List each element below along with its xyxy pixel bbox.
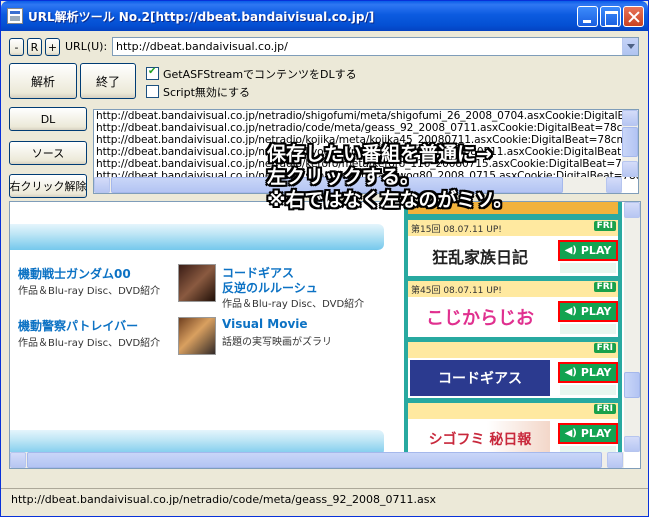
web-browser-view[interactable]: 機動戦士ガンダム00 作品＆Blu-ray Disc、DVD紹介 コードギアス … (9, 201, 641, 469)
program-card: FRI コードギアス ◀) PLAY (408, 342, 618, 398)
download-bar (560, 385, 616, 395)
url-combobox[interactable]: http://dbeat.bandaivisual.co.jp/ (112, 37, 639, 56)
play-button[interactable]: ◀) PLAY (558, 362, 618, 383)
scroll-left-arrow[interactable] (10, 452, 26, 468)
download-bar (560, 263, 616, 273)
item-link[interactable]: 反逆のルルーシュ (222, 279, 318, 296)
title-bar[interactable]: URL解析ツール No.2[http://dbeat.bandaivisual.… (1, 1, 648, 31)
minus-button[interactable]: - (9, 38, 24, 56)
instruction-line: 左クリックする。 (267, 166, 420, 188)
program-card: 第15回 08.07.11 UP! FRI 狂乱家族日記 ◀) PLAY (408, 220, 618, 276)
quit-button[interactable]: 終了 (80, 63, 136, 99)
instruction-overlay: 保存したい番組を普通に→ 左クリックする。 ※右ではなく左なのがミソ。 (267, 143, 512, 212)
program-logo[interactable]: コードギアス (410, 360, 550, 396)
program-header: 第45回 08.07.11 UP! FRI (408, 281, 618, 297)
instruction-line: 保存したい番組を普通に→ (267, 143, 492, 165)
r-button[interactable]: R (27, 38, 42, 56)
scroll-up-arrow[interactable] (622, 110, 638, 126)
scroll-left-arrow[interactable] (94, 177, 110, 193)
list-item[interactable]: http://dbeat.bandaivisual.co.jp/netradio… (96, 110, 638, 122)
plus-button[interactable]: + (45, 38, 60, 56)
item-link[interactable]: Visual Movie (222, 317, 308, 331)
disable-script-checkbox[interactable] (146, 85, 159, 98)
item-subtitle: 作品＆Blu-ray Disc、DVD紹介 (18, 286, 161, 297)
speaker-icon: ◀) (564, 428, 577, 439)
episode-label: 第15回 08.07.11 UP! (411, 225, 502, 235)
get-asf-label: GetASFStreamでコンテンツをDLする (163, 68, 357, 81)
speaker-icon: ◀) (564, 245, 577, 256)
speaker-icon: ◀) (564, 367, 577, 378)
status-text: http://dbeat.bandaivisual.co.jp/netradio… (11, 493, 437, 506)
program-panel: 第15回 08.07.11 UP! FRI 狂乱家族日記 ◀) PLAY 第45回… (404, 202, 622, 468)
download-bar (560, 324, 616, 334)
item-subtitle: 作品＆Blu-ray Disc、DVD紹介 (18, 338, 161, 349)
analyze-button[interactable]: 解析 (9, 63, 77, 99)
item-link[interactable]: 機動戦士ガンダム00 (18, 265, 131, 282)
item-subtitle: 作品＆Blu-ray Disc、DVD紹介 (222, 299, 365, 310)
app-icon (7, 8, 23, 24)
program-card: 第45回 08.07.11 UP! FRI こじからじお ◀) PLAY (408, 281, 618, 337)
scroll-right-arrow[interactable] (606, 177, 622, 193)
browser-vertical-scrollbar[interactable] (624, 202, 640, 452)
code-geass-thumbnail[interactable] (178, 264, 216, 302)
scroll-right-arrow[interactable] (607, 452, 623, 468)
scroll-up-arrow[interactable] (624, 202, 640, 218)
speaker-icon: ◀) (564, 306, 577, 317)
instruction-line: ※右ではなく左なのがミソ。 (267, 189, 513, 211)
url-label: URL(U): (65, 40, 108, 53)
maximize-button[interactable] (600, 6, 621, 27)
browser-hscroll-thumb[interactable] (27, 452, 602, 468)
program-logo[interactable]: 狂乱家族日記 (410, 238, 550, 274)
chevron-down-icon[interactable] (622, 38, 638, 55)
episode-label: 第45回 08.07.11 UP! (411, 286, 502, 296)
list-item[interactable]: http://dbeat.bandaivisual.co.jp/netradio… (96, 122, 638, 134)
day-badge: FRI (593, 282, 616, 292)
browser-horizontal-scrollbar[interactable] (10, 452, 624, 468)
url-value: http://dbeat.bandaivisual.co.jp/ (116, 40, 288, 53)
disable-script-label: Script無効にする (163, 86, 251, 99)
program-header: FRI (408, 403, 618, 419)
source-button[interactable]: ソース (9, 141, 87, 165)
program-header: 第15回 08.07.11 UP! FRI (408, 220, 618, 236)
browser-vscroll-thumb[interactable] (624, 372, 640, 398)
program-logo[interactable]: こじからじお (410, 299, 550, 335)
play-button[interactable]: ◀) PLAY (558, 240, 618, 261)
status-bar: http://dbeat.bandaivisual.co.jp/netradio… (1, 488, 648, 516)
app-window: URL解析ツール No.2[http://dbeat.bandaivisual.… (0, 0, 649, 517)
program-header: FRI (408, 342, 618, 358)
right-click-release-button[interactable]: 右クリック解除 (9, 174, 87, 198)
window-title: URL解析ツール No.2[http://dbeat.bandaivisual.… (28, 10, 375, 24)
program-card: FRI シゴフミ 秘日報 ◀) PLAY (408, 403, 618, 459)
visual-movie-thumbnail[interactable] (178, 317, 216, 355)
play-button[interactable]: ◀) PLAY (558, 423, 618, 444)
scroll-down-arrow[interactable] (622, 161, 638, 177)
day-badge: FRI (593, 343, 616, 353)
list-vscroll-thumb[interactable] (622, 127, 638, 157)
list-vertical-scrollbar[interactable] (622, 110, 638, 177)
day-badge: FRI (593, 221, 616, 231)
minimize-button[interactable] (577, 6, 598, 27)
play-button[interactable]: ◀) PLAY (558, 301, 618, 322)
item-link[interactable]: 機動警察パトレイバー (18, 317, 138, 334)
item-subtitle: 話題の実写映画がズラリ (222, 337, 332, 348)
day-badge: FRI (593, 404, 616, 414)
header-band (10, 224, 384, 250)
close-button[interactable] (623, 6, 644, 27)
dl-button[interactable]: DL (9, 107, 87, 131)
scroll-down-arrow[interactable] (624, 436, 640, 452)
get-asf-checkbox[interactable] (146, 66, 159, 80)
